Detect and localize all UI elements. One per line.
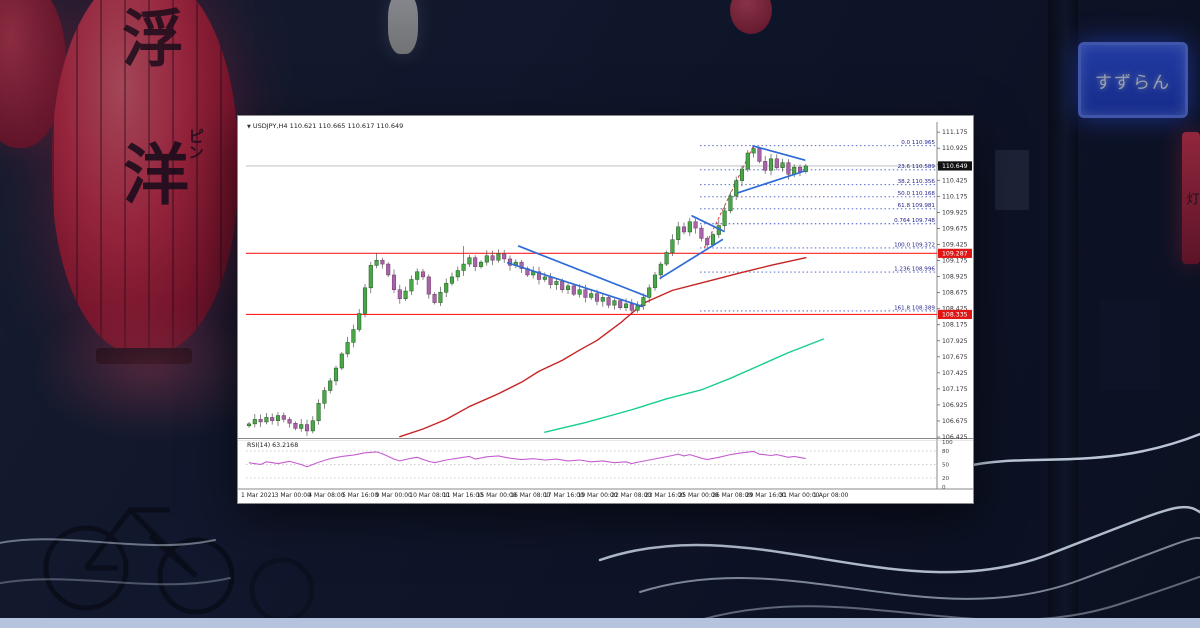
svg-text:161.8 108.389: 161.8 108.389 xyxy=(894,305,935,311)
svg-text:110.649: 110.649 xyxy=(942,163,968,170)
svg-text:111.175: 111.175 xyxy=(942,129,968,136)
svg-text:0: 0 xyxy=(942,485,946,491)
svg-text:20: 20 xyxy=(942,476,950,482)
svg-text:107.425: 107.425 xyxy=(942,370,968,377)
svg-text:106.675: 106.675 xyxy=(942,418,968,425)
bottom-blue-strip xyxy=(0,618,1200,628)
svg-text:1 Mar 2021: 1 Mar 2021 xyxy=(241,492,275,499)
svg-text:108.675: 108.675 xyxy=(942,290,968,297)
svg-text:109.925: 109.925 xyxy=(942,209,968,216)
svg-text:50: 50 xyxy=(942,463,950,469)
svg-text:3 Mar 00:00: 3 Mar 00:00 xyxy=(275,492,311,499)
svg-text:106.925: 106.925 xyxy=(942,402,968,409)
svg-text:110.425: 110.425 xyxy=(942,177,968,184)
svg-text:107.675: 107.675 xyxy=(942,354,968,361)
rsi-indicator-label: RSI(14) 63.2168 xyxy=(247,442,298,449)
svg-text:1.236 108.996: 1.236 108.996 xyxy=(894,266,935,272)
price-axis: 111.175110.925110.675110.425110.175109.9… xyxy=(937,129,968,441)
svg-text:110.925: 110.925 xyxy=(942,145,968,152)
svg-text:38.2 110.356: 38.2 110.356 xyxy=(898,179,936,185)
chart-title: ▼USDJPY,H4 110.621 110.665 110.617 110.6… xyxy=(247,122,403,130)
svg-text:4 Mar 08:00: 4 Mar 08:00 xyxy=(308,492,344,499)
chart-title-text: USDJPY,H4 110.621 110.665 110.617 110.64… xyxy=(253,122,403,130)
svg-text:100: 100 xyxy=(942,440,953,446)
svg-text:109.287: 109.287 xyxy=(942,251,968,258)
svg-text:109.425: 109.425 xyxy=(942,241,968,248)
svg-text:108.925: 108.925 xyxy=(942,274,968,281)
svg-text:9 Mar 00:00: 9 Mar 00:00 xyxy=(376,492,412,499)
svg-text:100.0 109.372: 100.0 109.372 xyxy=(894,242,935,248)
svg-text:0.0 110.965: 0.0 110.965 xyxy=(901,140,935,146)
ma-slow-red xyxy=(400,258,806,437)
svg-text:109.175: 109.175 xyxy=(942,258,968,265)
dropdown-triangle-icon: ▼ xyxy=(247,124,251,130)
svg-text:23.6 110.589: 23.6 110.589 xyxy=(898,164,936,170)
svg-text:108.335: 108.335 xyxy=(942,312,968,319)
svg-text:61.8 109.981: 61.8 109.981 xyxy=(898,203,936,209)
page: { "background": { "lantern_char_top": "浮… xyxy=(0,0,1200,628)
ma-fast-green xyxy=(545,339,823,432)
svg-text:110.175: 110.175 xyxy=(942,193,968,200)
chart-canvas: 111.175110.925110.675110.425110.175109.9… xyxy=(238,116,973,503)
time-axis: 1 Mar 20213 Mar 00:004 Mar 08:005 Mar 16… xyxy=(241,492,849,499)
mt4-chart-panel: 111.175110.925110.675110.425110.175109.9… xyxy=(237,115,974,504)
svg-text:5 Mar 16:00: 5 Mar 16:00 xyxy=(342,492,378,499)
rsi-pane: 100 80 50 20 0 xyxy=(246,440,953,491)
svg-text:0.764 109.748: 0.764 109.748 xyxy=(894,218,935,224)
svg-text:107.175: 107.175 xyxy=(942,386,968,393)
svg-text:50.0 110.168: 50.0 110.168 xyxy=(898,191,936,197)
svg-text:109.675: 109.675 xyxy=(942,225,968,232)
candlestick-series xyxy=(247,146,807,436)
svg-text:107.925: 107.925 xyxy=(942,338,968,345)
chart-frame xyxy=(238,122,973,489)
current-price-marker: 110.649 xyxy=(246,161,972,170)
svg-text:108.175: 108.175 xyxy=(942,322,968,329)
support-resistance-lines: 109.287 108.335 xyxy=(246,249,972,319)
svg-text:80: 80 xyxy=(942,449,950,455)
svg-text:1 Apr 08:00: 1 Apr 08:00 xyxy=(813,492,848,499)
